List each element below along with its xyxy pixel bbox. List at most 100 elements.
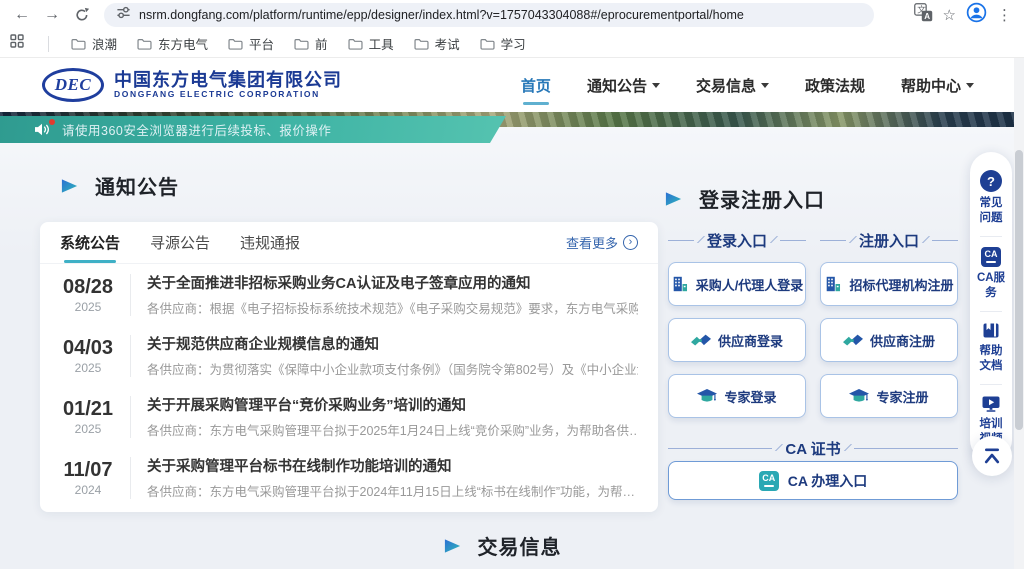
faq-item[interactable]: ? 常见问题 <box>976 164 1006 232</box>
agency-register-button[interactable]: 招标代理机构注册 <box>820 262 958 306</box>
building-icon <box>824 275 842 293</box>
view-more-link[interactable]: 查看更多 › <box>566 233 638 252</box>
supplier-register-button[interactable]: 供应商注册 <box>820 318 958 362</box>
ca-badge-icon: CA <box>981 247 1001 267</box>
back-to-top-button[interactable] <box>972 436 1012 476</box>
forward-icon[interactable]: → <box>40 3 64 27</box>
bookmarks-separator <box>48 36 49 52</box>
chevron-down-icon <box>966 83 974 88</box>
notice-date: 08/28 2025 <box>56 276 120 314</box>
section-arrow-icon <box>664 191 683 207</box>
entry-buttons: 采购人/代理人登录 招标代理机构注册 供应商登录 供应商注册 专家登录 专家注册 <box>668 262 958 418</box>
notice-row[interactable]: 08/28 2025 关于全面推进非招标采购业务CA认证及电子签章应用的通知 各… <box>40 264 658 325</box>
handshake-icon <box>843 333 863 348</box>
browser-toolbar: ← → nsrm.dongfang.com/platform/runtime/e… <box>0 0 1024 30</box>
nav-home[interactable]: 首页 <box>521 75 551 96</box>
year-value: 2024 <box>56 483 120 497</box>
bookmark-label: 平台 <box>249 34 274 53</box>
address-bar[interactable]: nsrm.dongfang.com/platform/runtime/epp/d… <box>104 3 874 27</box>
site-header: DEC 中国东方电气集团有限公司 DONGFANG ELECTRIC CORPO… <box>0 58 1024 112</box>
notice-summary: 各供应商：根据《电子招标投标系统技术规范》《电子采购交易规范》要求，东方电气采购… <box>147 298 638 317</box>
button-label: 招标代理机构注册 <box>849 275 953 294</box>
expert-login-button[interactable]: 专家登录 <box>668 374 806 418</box>
notices-section-header: 通知公告 <box>60 171 179 200</box>
subheader-label: 注册入口 <box>859 230 919 251</box>
translate-icon[interactable]: 文A <box>914 3 933 27</box>
purchaser-login-button[interactable]: 采购人/代理人登录 <box>668 262 806 306</box>
graduation-cap-icon <box>849 388 869 405</box>
reload-icon[interactable] <box>70 3 94 27</box>
notice-summary: 各供应商：东方电气采购管理平台拟于2024年11月15日上线“标书在线制作”功能… <box>147 481 638 500</box>
tab-violation-reports[interactable]: 违规通报 <box>240 222 300 263</box>
company-logo[interactable]: DEC 中国东方电气集团有限公司 DONGFANG ELECTRIC CORPO… <box>42 68 342 102</box>
tab-sourcing-notices[interactable]: 寻源公告 <box>150 222 210 263</box>
browser-menu-icon[interactable]: ⋮ <box>997 6 1012 24</box>
ca-service-item[interactable]: CA CA服务 <box>976 241 1006 307</box>
alert-text: 请使用360安全浏览器进行后续投标、报价操作 <box>62 120 331 139</box>
bookmark-folder-qian[interactable]: 前 <box>294 34 328 53</box>
nav-help-center[interactable]: 帮助中心 <box>901 75 974 96</box>
sidebar-item-label: 常见问题 <box>976 196 1006 226</box>
chevron-down-icon <box>652 83 660 88</box>
subheader-label: CA 证书 <box>785 438 840 459</box>
nav-trade-info[interactable]: 交易信息 <box>696 75 769 96</box>
bookmark-label: 工具 <box>369 34 394 53</box>
bookmark-label: 浪潮 <box>92 34 117 53</box>
year-value: 2025 <box>56 422 120 436</box>
tab-system-notices[interactable]: 系统公告 <box>60 222 120 263</box>
divider <box>130 396 131 438</box>
notices-card: 系统公告 寻源公告 违规通报 查看更多 › 08/28 2025 关于全面推进非… <box>40 222 658 512</box>
date-value: 08/28 <box>56 276 120 299</box>
scrollbar-thumb[interactable] <box>1015 150 1023 430</box>
back-icon[interactable]: ← <box>10 3 34 27</box>
notice-date: 01/21 2025 <box>56 398 120 436</box>
nav-notices[interactable]: 通知公告 <box>587 75 660 96</box>
subheader-label: 登录入口 <box>707 230 767 251</box>
chevron-down-icon <box>761 83 769 88</box>
nav-label: 政策法规 <box>805 75 865 96</box>
expert-register-button[interactable]: 专家注册 <box>820 374 958 418</box>
site-settings-icon[interactable] <box>116 5 131 25</box>
bookmark-folder-gongju[interactable]: 工具 <box>348 34 394 53</box>
bookmark-folder-langchao[interactable]: 浪潮 <box>71 34 117 53</box>
register-entry-header: 注册入口 <box>820 230 958 251</box>
year-value: 2025 <box>56 300 120 314</box>
bookmark-folder-pingtai[interactable]: 平台 <box>228 34 274 53</box>
dec-logo-icon: DEC <box>42 68 104 102</box>
section-title: 通知公告 <box>95 171 179 200</box>
date-value: 01/21 <box>56 398 120 421</box>
profile-avatar-icon[interactable] <box>966 2 987 28</box>
notice-row[interactable]: 04/03 2025 关于规范供应商企业规模信息的通知 各供应商：为贯彻落实《保… <box>40 325 658 386</box>
help-docs-item[interactable]: 帮助文档 <box>976 316 1006 380</box>
bookmark-label: 东方电气 <box>158 34 208 53</box>
notice-summary: 各供应商：东方电气采购管理平台拟于2025年1月24日上线“竞价采购”业务，为帮… <box>147 420 638 439</box>
bookmark-label: 前 <box>315 34 328 53</box>
main-nav: 首页 通知公告 交易信息 政策法规 帮助中心 <box>521 75 974 96</box>
divider <box>130 335 131 377</box>
bookmark-folder-xuexi[interactable]: 学习 <box>480 34 526 53</box>
section-title: 登录注册入口 <box>699 184 825 213</box>
sidebar-item-label: CA服务 <box>976 271 1006 301</box>
notice-row[interactable]: 11/07 2024 关于采购管理平台标书在线制作功能培训的通知 各供应商：东方… <box>40 447 658 508</box>
divider <box>130 457 131 499</box>
bookmark-folder-kaoshi[interactable]: 考试 <box>414 34 460 53</box>
document-icon <box>981 322 1001 340</box>
date-value: 11/07 <box>56 459 120 482</box>
section-title: 交易信息 <box>478 531 562 560</box>
notice-title: 关于规范供应商企业规模信息的通知 <box>147 333 638 354</box>
notice-row[interactable]: 01/21 2025 关于开展采购管理平台“竞价采购业务”培训的通知 各供应商：… <box>40 386 658 447</box>
bookmark-folder-dongfang[interactable]: 东方电气 <box>137 34 208 53</box>
arrow-right-circle-icon: › <box>623 235 638 250</box>
supplier-login-button[interactable]: 供应商登录 <box>668 318 806 362</box>
notice-date: 11/07 2024 <box>56 459 120 497</box>
bookmark-star-icon[interactable]: ☆ <box>943 6 956 24</box>
ca-apply-button[interactable]: CA CA 办理入口 <box>668 461 958 500</box>
button-label: 供应商注册 <box>870 331 935 350</box>
page-scrollbar[interactable] <box>1014 58 1024 569</box>
date-value: 04/03 <box>56 337 120 360</box>
apps-grid-icon[interactable] <box>10 34 24 53</box>
building-icon <box>671 275 689 293</box>
button-label: 专家登录 <box>724 387 776 406</box>
nav-policies[interactable]: 政策法规 <box>805 75 865 96</box>
view-more-label: 查看更多 <box>566 233 618 252</box>
